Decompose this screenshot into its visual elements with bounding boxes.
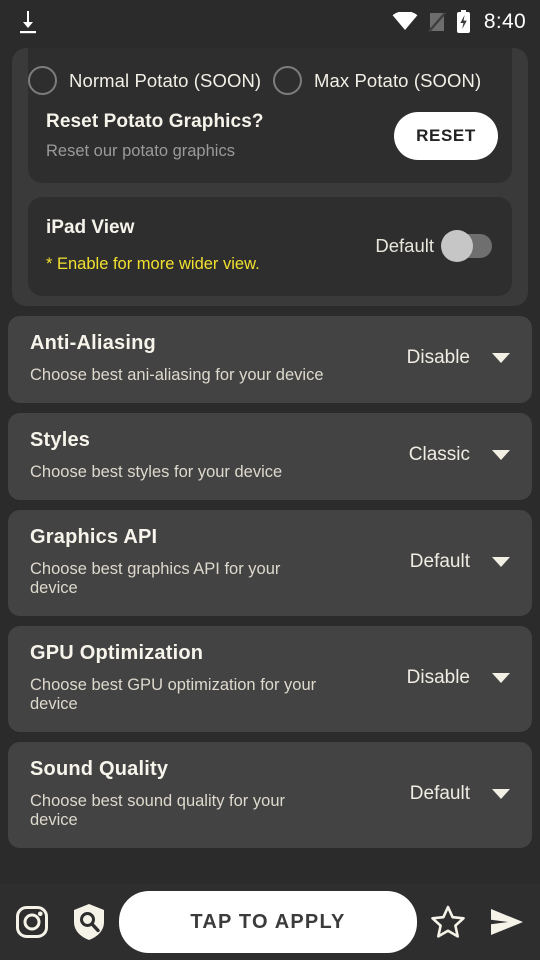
ipad-view-toggle[interactable] (441, 229, 492, 262)
battery-charging-icon (456, 10, 470, 33)
reset-button[interactable]: RESET (394, 112, 498, 160)
reset-subtitle: Reset our potato graphics (46, 142, 235, 160)
send-icon[interactable] (488, 906, 526, 938)
ipad-view-toggle-wrap[interactable]: Default (375, 229, 492, 262)
dropdown-value: Disable (406, 666, 470, 688)
card-texts: Graphics API Choose best graphics API fo… (30, 526, 330, 598)
potato-graphics-group: Normal Potato (SOON) Max Potato (SOON) R… (12, 48, 528, 306)
chevron-down-icon (492, 672, 510, 683)
settings-scroll-area[interactable]: Normal Potato (SOON) Max Potato (SOON) R… (0, 44, 540, 884)
card-title: Sound Quality (30, 757, 169, 780)
card-subtitle: Choose best styles for your device (30, 462, 283, 481)
dropdown-value: Default (409, 782, 470, 804)
wifi-icon (392, 12, 418, 30)
ipad-view-card: iPad View * Enable for more wider view. … (28, 197, 512, 296)
chevron-down-icon (492, 788, 510, 799)
download-icon (20, 11, 36, 34)
card-subtitle: Choose best graphics API for your device (30, 559, 281, 597)
radio-label: Max Potato (SOON) (314, 69, 482, 91)
tap-to-apply-button[interactable]: TAP TO APPLY (119, 891, 417, 953)
status-bar-time: 8:40 (483, 10, 526, 33)
status-bar-right: 8:40 (392, 10, 526, 34)
setting-card-anti-aliasing[interactable]: Anti-Aliasing Choose best ani-aliasing f… (8, 316, 532, 403)
reset-potato-row: Reset Potato Graphics? Reset our potato … (28, 107, 512, 183)
star-icon[interactable] (430, 904, 466, 940)
card-subtitle: Choose best GPU optimization for your de… (30, 675, 317, 713)
chevron-down-icon (492, 450, 510, 461)
ipad-view-toggle-label: Default (375, 234, 434, 256)
ipad-view-row: iPad View * Enable for more wider view. … (28, 197, 512, 296)
dropdown-anti-aliasing[interactable]: Disable (407, 347, 516, 369)
shield-search-icon[interactable] (72, 903, 106, 941)
chevron-down-icon (492, 353, 510, 364)
ipad-view-warning: * Enable for more wider view. (46, 255, 260, 273)
reset-texts: Reset Potato Graphics? Reset our potato … (46, 111, 264, 161)
setting-card-graphics-api[interactable]: Graphics API Choose best graphics API fo… (8, 509, 532, 616)
dropdown-graphics-api[interactable]: Default (410, 551, 516, 573)
toggle-knob (441, 229, 473, 262)
bottom-bar-right-icons (430, 904, 526, 940)
card-texts: Sound Quality Choose best sound quality … (30, 758, 330, 830)
card-title: Graphics API (30, 525, 158, 548)
setting-card-sound-quality[interactable]: Sound Quality Choose best sound quality … (8, 741, 532, 848)
instagram-icon[interactable] (14, 904, 50, 940)
dropdown-gpu-optimization[interactable]: Disable (407, 667, 516, 689)
card-texts: Styles Choose best styles for your devic… (30, 429, 282, 482)
radio-circle-icon (28, 66, 57, 95)
setting-card-gpu-optimization[interactable]: GPU Optimization Choose best GPU optimiz… (8, 625, 532, 732)
card-subtitle: Choose best ani-aliasing for your device (30, 366, 324, 384)
potato-graphics-card: Normal Potato (SOON) Max Potato (SOON) R… (28, 48, 512, 183)
radio-circle-icon (273, 66, 302, 95)
ipad-view-texts: iPad View * Enable for more wider view. (46, 217, 260, 274)
dropdown-value: Classic (408, 444, 470, 466)
status-bar-left (16, 9, 40, 35)
signal-off-icon (428, 11, 447, 33)
reset-title: Reset Potato Graphics? (46, 111, 264, 132)
chevron-down-icon (492, 556, 510, 567)
dropdown-styles[interactable]: Classic (409, 444, 516, 466)
radio-label: Normal Potato (SOON) (69, 69, 262, 91)
ipad-view-title: iPad View (46, 217, 135, 238)
card-texts: Anti-Aliasing Choose best ani-aliasing f… (30, 332, 324, 385)
bottom-action-bar: TAP TO APPLY (0, 884, 540, 960)
card-texts: GPU Optimization Choose best GPU optimiz… (30, 642, 330, 714)
radio-normal-potato[interactable]: Normal Potato (SOON) (28, 66, 267, 95)
bottom-bar-left-icons (14, 903, 106, 941)
dropdown-value: Disable (406, 347, 470, 369)
status-bar: 8:40 (0, 0, 540, 44)
card-subtitle: Choose best sound quality for your devic… (30, 791, 285, 829)
dropdown-value: Default (409, 550, 470, 572)
card-title: GPU Optimization (30, 641, 204, 664)
potato-radio-row: Normal Potato (SOON) Max Potato (SOON) (28, 48, 512, 107)
radio-max-potato[interactable]: Max Potato (SOON) (273, 66, 512, 95)
setting-card-styles[interactable]: Styles Choose best styles for your devic… (8, 412, 532, 500)
card-title: Anti-Aliasing (30, 332, 156, 354)
dropdown-sound-quality[interactable]: Default (410, 783, 516, 805)
card-title: Styles (30, 428, 91, 451)
